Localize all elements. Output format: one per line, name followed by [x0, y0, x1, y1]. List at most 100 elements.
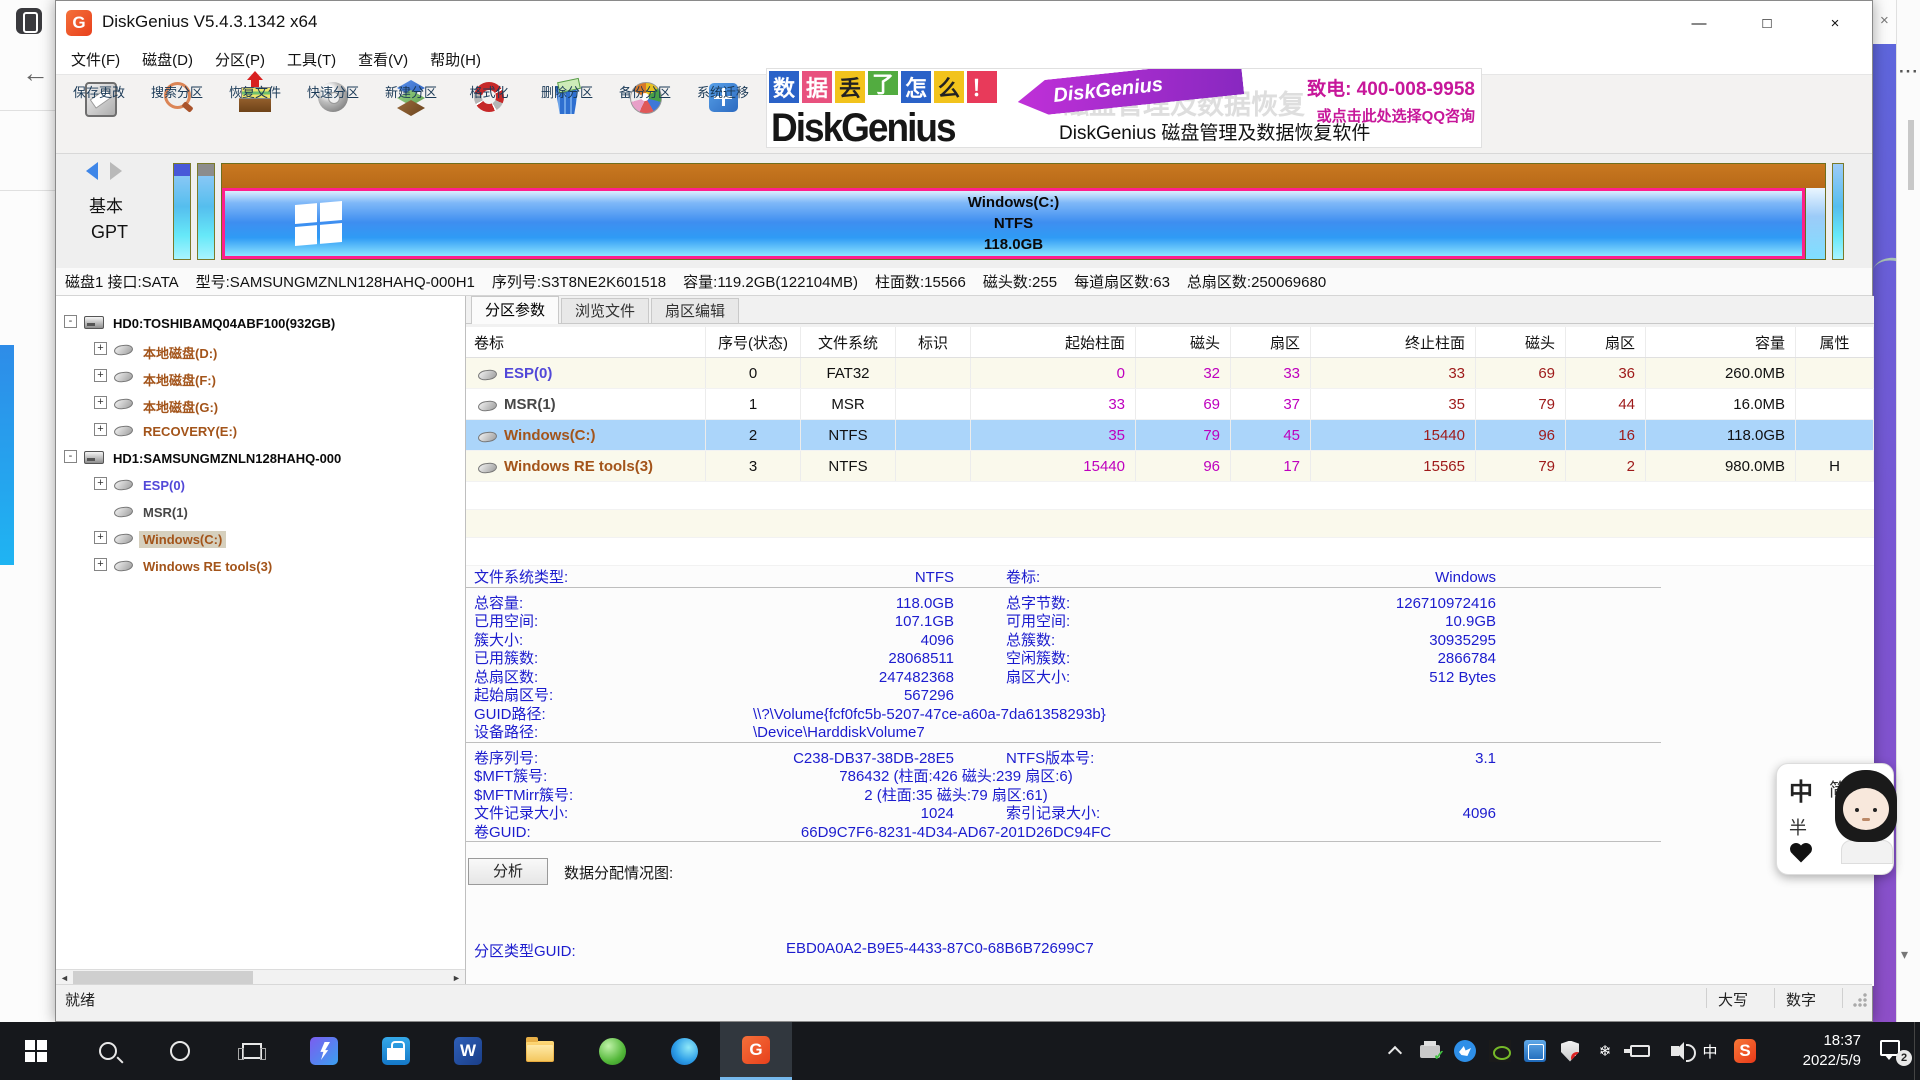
- scrollbar-thumb[interactable]: [1908, 120, 1914, 190]
- ime-mode-zh[interactable]: 中: [1789, 772, 1813, 807]
- tree-expander-icon[interactable]: +: [94, 531, 107, 544]
- table-header-cell[interactable]: 卷标: [466, 327, 706, 357]
- tree-item[interactable]: + RECOVERY(E:): [56, 417, 465, 444]
- tray-sogou[interactable]: S: [1734, 1040, 1756, 1062]
- tree-expander-icon[interactable]: +: [94, 342, 107, 355]
- tray-ime-language[interactable]: 中: [1699, 1040, 1721, 1062]
- tree-item[interactable]: + Windows(C:): [56, 525, 465, 552]
- tree-expander-icon[interactable]: +: [94, 396, 107, 409]
- taskbar-app-lightning[interactable]: [288, 1022, 360, 1080]
- menu-item[interactable]: 帮助(H): [419, 49, 492, 70]
- menu-item[interactable]: 磁盘(D): [131, 49, 204, 70]
- toolbar-button[interactable]: 格式化: [450, 75, 528, 153]
- ad-banner[interactable]: 磁盘管理及数据恢复 数据丢了怎么！ DiskGenius DiskGenius …: [766, 68, 1482, 148]
- minimize-button[interactable]: —: [1684, 15, 1714, 32]
- toolbar-button[interactable]: 保存更改: [60, 75, 138, 153]
- tray-power[interactable]: [1629, 1040, 1651, 1062]
- tablet-icon[interactable]: [16, 8, 42, 34]
- cortana-button[interactable]: [144, 1022, 216, 1080]
- ime-mode-halfwidth[interactable]: 半: [1789, 814, 1807, 840]
- taskbar-app-edge[interactable]: [648, 1022, 720, 1080]
- tray-volume[interactable]: [1664, 1040, 1686, 1062]
- tree-item[interactable]: - HD0:TOSHIBAMQ04ABF100(932GB): [56, 309, 465, 336]
- table-header-cell[interactable]: 标识: [896, 327, 971, 357]
- taskbar-search-button[interactable]: [72, 1022, 144, 1080]
- taskbar-app-explorer[interactable]: [504, 1022, 576, 1080]
- table-header-cell[interactable]: 属性: [1796, 327, 1874, 357]
- taskbar-app-store[interactable]: [360, 1022, 432, 1080]
- resize-grip[interactable]: [1852, 992, 1868, 1008]
- background-close-icon[interactable]: ×: [1880, 12, 1889, 29]
- tree-item[interactable]: + 本地磁盘(D:): [56, 336, 465, 363]
- toolbar-button[interactable]: 恢复文件: [216, 75, 294, 153]
- table-header-cell[interactable]: 磁头: [1136, 327, 1231, 357]
- re-tools-partition-bar[interactable]: [1805, 188, 1825, 259]
- tray-snowflake-app[interactable]: ❄: [1594, 1040, 1616, 1062]
- menu-item[interactable]: 查看(V): [347, 49, 419, 70]
- table-header-cell[interactable]: 容量: [1646, 327, 1796, 357]
- ad-qq-link[interactable]: 或点击此处选择QQ咨询: [1307, 105, 1475, 126]
- tray-expand-button[interactable]: [1384, 1040, 1406, 1062]
- browser-menu-icon[interactable]: ···: [1899, 62, 1919, 82]
- next-disk-icon[interactable]: [110, 162, 122, 180]
- esp-partition-bar[interactable]: [173, 163, 191, 260]
- menu-item[interactable]: 分区(P): [204, 49, 276, 70]
- table-header-cell[interactable]: 终止柱面: [1311, 327, 1476, 357]
- table-header-cell[interactable]: 文件系统: [801, 327, 896, 357]
- taskbar-app-green-browser[interactable]: [576, 1022, 648, 1080]
- toolbar-button[interactable]: 删除分区: [528, 75, 606, 153]
- toolbar-button[interactable]: 新建分区: [372, 75, 450, 153]
- toolbar-button[interactable]: 备份分区: [606, 75, 684, 153]
- start-button[interactable]: [0, 1022, 72, 1080]
- tree-item[interactable]: - HD1:SAMSUNGMZNLN128HAHQ-000: [56, 444, 465, 471]
- table-header-cell[interactable]: 磁头: [1476, 327, 1566, 357]
- table-row[interactable]: Windows(C:) 2 NTFS 35 79 45 15440 96 16: [466, 420, 1874, 451]
- notification-center-button[interactable]: 2: [1880, 1040, 1906, 1062]
- table-row[interactable]: MSR(1) 1 MSR 33 69 37 35 79 44 16.0MB: [466, 389, 1874, 420]
- tree-expander-icon[interactable]: -: [64, 450, 77, 463]
- tray-intel-graphics[interactable]: [1524, 1040, 1546, 1062]
- back-arrow-icon[interactable]: ←: [22, 58, 49, 89]
- end-partition-bar[interactable]: [1832, 163, 1844, 260]
- tree-expander-icon[interactable]: -: [64, 315, 77, 328]
- table-header-cell[interactable]: 扇区: [1566, 327, 1646, 357]
- table-header-cell[interactable]: 序号(状态): [706, 327, 801, 357]
- scrollbar-thumb[interactable]: [73, 971, 253, 985]
- tree-item[interactable]: MSR(1): [56, 498, 465, 525]
- menu-item[interactable]: 工具(T): [276, 49, 347, 70]
- tray-printer[interactable]: [1419, 1040, 1441, 1062]
- tray-security[interactable]: [1559, 1040, 1581, 1062]
- task-view-button[interactable]: [216, 1022, 288, 1080]
- maximize-button[interactable]: □: [1752, 15, 1782, 32]
- msr-partition-bar[interactable]: [197, 163, 215, 260]
- tray-nvidia[interactable]: [1489, 1040, 1511, 1062]
- close-button[interactable]: ×: [1820, 15, 1850, 32]
- tab[interactable]: 扇区编辑: [651, 298, 739, 323]
- tree-expander-icon[interactable]: +: [94, 558, 107, 571]
- tree-expander-icon[interactable]: +: [94, 477, 107, 490]
- table-header-cell[interactable]: 扇区: [1231, 327, 1311, 357]
- toolbar-button[interactable]: 搜索分区: [138, 75, 216, 153]
- taskbar-clock[interactable]: 18:37 2022/5/9: [1775, 1031, 1861, 1071]
- windows-c-partition-bar[interactable]: Windows(C:) NTFS 118.0GB: [222, 188, 1805, 259]
- toolbar-button[interactable]: 快速分区: [294, 75, 372, 153]
- toolbar-button[interactable]: 系统迁移: [684, 75, 762, 153]
- taskbar-app-diskgenius[interactable]: G: [720, 1022, 792, 1080]
- scroll-down-icon[interactable]: ▾: [1901, 946, 1908, 963]
- analyze-button[interactable]: 分析: [468, 858, 548, 885]
- tab[interactable]: 浏览文件: [561, 298, 649, 323]
- prev-disk-icon[interactable]: [86, 162, 98, 180]
- tree-item[interactable]: + 本地磁盘(G:): [56, 390, 465, 417]
- tree-item[interactable]: + ESP(0): [56, 471, 465, 498]
- tab[interactable]: 分区参数: [471, 296, 559, 324]
- table-row[interactable]: ESP(0) 0 FAT32 0 32 33 33 69 36 260.0MB: [466, 358, 1874, 389]
- taskbar-app-word[interactable]: W: [432, 1022, 504, 1080]
- tree-expander-icon[interactable]: +: [94, 369, 107, 382]
- tree-item[interactable]: + 本地磁盘(F:): [56, 363, 465, 390]
- ime-floating-panel[interactable]: 中 简 半: [1776, 763, 1894, 875]
- tree-expander-icon[interactable]: +: [94, 423, 107, 436]
- tray-bird-app[interactable]: [1454, 1040, 1476, 1062]
- table-row[interactable]: Windows RE tools(3) 3 NTFS 15440 96 17 1…: [466, 451, 1874, 482]
- menu-item[interactable]: 文件(F): [60, 49, 131, 70]
- table-header-cell[interactable]: 起始柱面: [971, 327, 1136, 357]
